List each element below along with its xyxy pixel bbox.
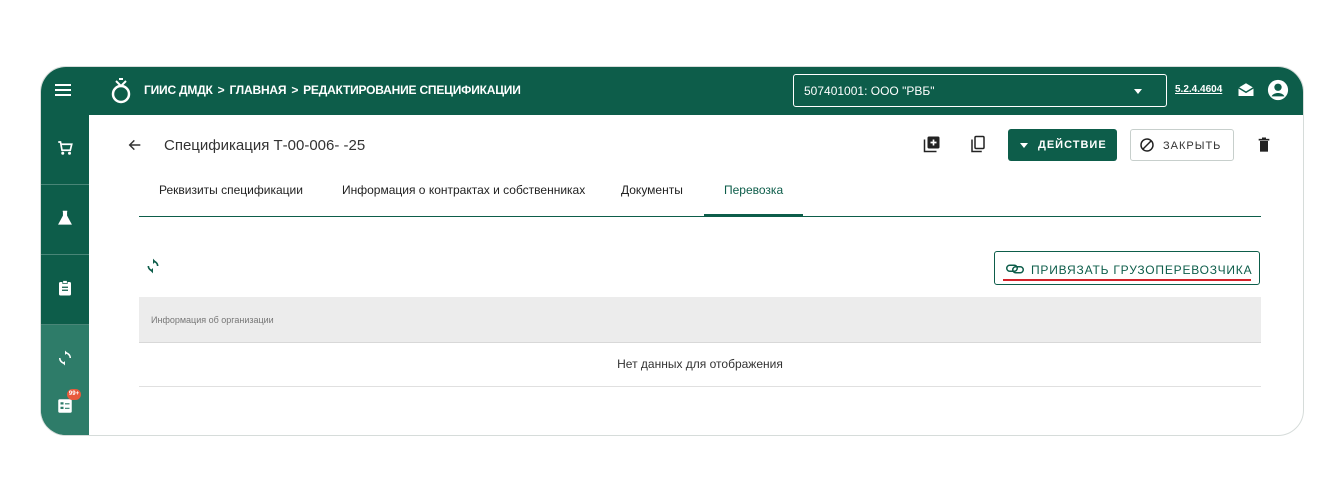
main-content: Спецификация Т-00-006- -25 ДЕЙСТВИЕ ЗАКР… (89, 115, 1303, 435)
menu-icon[interactable] (55, 81, 73, 101)
link-icon (1006, 264, 1024, 274)
breadcrumb-item[interactable]: ГЛАВНАЯ (229, 83, 286, 97)
page-title: Спецификация Т-00-006- -25 (164, 137, 366, 154)
clipboard-icon (59, 280, 71, 296)
chevron-down-icon (1134, 89, 1142, 94)
bind-carrier-label: ПРИВЯЗАТЬ ГРУЗОПЕРЕВОЗЧИКА (1031, 263, 1253, 277)
back-arrow-icon[interactable] (127, 137, 143, 153)
column-header-organization: Информация об организации (151, 315, 274, 325)
sidebar-item-cart[interactable] (41, 115, 89, 185)
copy-icon[interactable] (969, 135, 987, 153)
tab-specification-details[interactable]: Реквизиты спецификации (159, 183, 303, 217)
notification-badge: 99+ (67, 389, 81, 400)
cart-icon (58, 141, 73, 155)
breadcrumb-separator: > (291, 83, 299, 97)
chevron-down-icon (1020, 143, 1028, 148)
highlight-underline (1003, 279, 1251, 281)
tab-contracts-owners[interactable]: Информация о контрактах и собственниках (342, 183, 585, 217)
sidebar-item-documents[interactable] (41, 255, 89, 325)
account-icon[interactable] (1267, 79, 1289, 101)
close-button[interactable]: ЗАКРЫТЬ (1130, 129, 1234, 161)
sidebar-item-lab[interactable] (41, 185, 89, 255)
organization-select[interactable]: 507401001: ООО "РВБ" (793, 74, 1167, 107)
cancel-icon (1140, 138, 1154, 152)
tab-bar: Реквизиты спецификации Информация о конт… (139, 173, 1261, 217)
side-nav: 99+ (41, 115, 89, 435)
empty-state: Нет данных для отображения (139, 343, 1261, 387)
app-window: ГИИС ДМДК > ГЛАВНАЯ > РЕДАКТИРОВАНИЕ СПЕЦИФИ… (40, 66, 1304, 436)
version-link[interactable]: 5.2.4.4604 (1175, 84, 1222, 95)
sidebar-item-notifications[interactable]: 99+ (41, 381, 89, 435)
action-button[interactable]: ДЕЙСТВИЕ (1008, 129, 1117, 161)
close-button-label: ЗАКРЫТЬ (1163, 140, 1222, 152)
flask-icon (58, 210, 72, 225)
mail-icon[interactable] (1237, 81, 1255, 99)
top-bar: ГИИС ДМДК > ГЛАВНАЯ > РЕДАКТИРОВАНИЕ СПЕЦИФИ… (41, 67, 1303, 115)
breadcrumb-item[interactable]: ГИИС ДМДК (144, 83, 213, 97)
breadcrumb-item: РЕДАКТИРОВАНИЕ СПЕЦИФИКАЦИИ (303, 83, 521, 97)
action-button-label: ДЕЙСТВИЕ (1038, 139, 1107, 151)
add-copy-icon[interactable] (923, 135, 941, 153)
sync-icon (59, 350, 71, 366)
tab-transport[interactable]: Перевозка (703, 183, 804, 217)
logo-icon (111, 78, 131, 104)
trash-icon[interactable] (1257, 137, 1271, 153)
empty-state-text: Нет данных для отображения (617, 357, 783, 371)
breadcrumb: ГИИС ДМДК > ГЛАВНАЯ > РЕДАКТИРОВАНИЕ СПЕЦИФИ… (144, 83, 521, 97)
tab-documents[interactable]: Документы (621, 183, 683, 217)
organization-select-value: 507401001: ООО "РВБ" (804, 84, 935, 98)
table-header: Информация об организации (139, 297, 1261, 343)
breadcrumb-separator: > (217, 83, 225, 97)
refresh-icon[interactable] (145, 257, 161, 275)
